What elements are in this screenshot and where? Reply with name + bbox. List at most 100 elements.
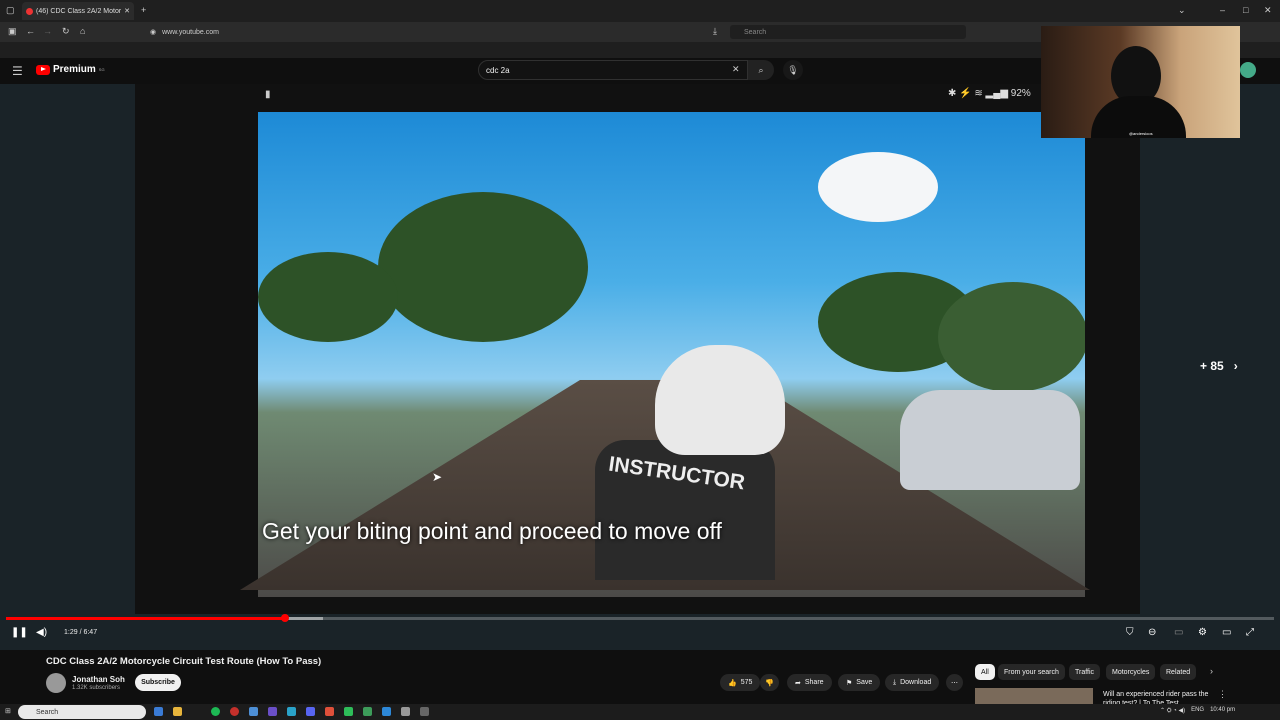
chip-related[interactable]: Related [1160, 664, 1197, 680]
more-horizontal-icon: ⋯ [951, 679, 958, 687]
taskbar-app-icon[interactable] [344, 707, 353, 716]
web-search-field[interactable]: Search [730, 25, 966, 39]
car-shape [900, 390, 1080, 490]
chip-from-search[interactable]: From your search [998, 664, 1065, 680]
tree-shape [258, 252, 398, 342]
panel-icon[interactable]: ▣ [8, 27, 17, 36]
pause-button[interactable]: ❚❚ [11, 627, 28, 638]
bookmark-icon: ⚑ [846, 679, 853, 687]
os-taskbar [0, 704, 1280, 720]
taskbar-search[interactable]: Search [18, 705, 146, 719]
address-bar[interactable]: ◉ www.youtube.com [150, 25, 710, 39]
phone-status-bar: ✱ ⚡ ≋ ▂▄▆ 92% [948, 88, 1031, 99]
chip-motorcycles[interactable]: Motorcycles [1106, 664, 1156, 680]
start-icon[interactable]: ⊞ [5, 708, 11, 715]
maximize-icon[interactable]: □ [1243, 6, 1248, 15]
system-tray: ⌃ ⛭ ◔ ◀) ENG 10:40 pm [1160, 707, 1235, 715]
download-icon[interactable]: ⤓ [713, 27, 717, 36]
search-icon: ⌕ [758, 64, 764, 75]
download-button[interactable]: ⤓ Download [885, 674, 940, 691]
menu-icon[interactable]: ☰ [12, 65, 23, 77]
recommended-menu-icon[interactable]: ⋮ [1218, 690, 1227, 699]
settings-icon[interactable]: ⚙ [1198, 627, 1207, 638]
forward-icon[interactable]: → [43, 27, 52, 36]
share-icon: ➦ [795, 679, 801, 687]
language-label: ENG [1191, 707, 1205, 713]
download-label: Download [900, 679, 932, 686]
more-actions-button[interactable]: ⋯ [946, 674, 963, 691]
save-label: Save [856, 679, 873, 686]
mic-icon: 🎙 [787, 64, 799, 75]
new-tab-button[interactable]: + [141, 6, 146, 15]
sidebar-toggle-icon[interactable]: ▢ [6, 6, 15, 15]
like-button[interactable]: 👍 575 [720, 674, 761, 691]
volume-icon[interactable]: ◀) [36, 627, 47, 638]
dislike-button[interactable]: 👎 [760, 674, 779, 691]
webcam-tag: @andersloos [1129, 131, 1153, 136]
taskbar-app-icon[interactable] [401, 707, 410, 716]
more-count-label: + 85 [1200, 359, 1224, 373]
battery-text: 92% [1010, 88, 1031, 99]
back-icon[interactable]: ← [26, 27, 35, 36]
browser-app-icon[interactable] [325, 707, 334, 716]
home-icon[interactable]: ⌂ [80, 27, 85, 36]
progress-buffer [284, 617, 323, 620]
account-avatar[interactable] [1240, 62, 1256, 78]
taskbar-app-icon[interactable] [268, 707, 277, 716]
tray-icons[interactable]: ⌃ ⛭ ◔ ◀) [1160, 707, 1185, 715]
subscribe-button[interactable]: Subscribe [135, 674, 181, 691]
save-button[interactable]: ⚑ Save [838, 674, 881, 691]
video-title: CDC Class 2A/2 Motorcycle Circuit Test R… [46, 656, 322, 667]
like-count: 575 [740, 679, 753, 686]
reload-icon[interactable]: ↻ [62, 27, 70, 36]
phone-status-icon: ▮ [265, 89, 271, 100]
search-button[interactable]: ⌕ [748, 60, 774, 80]
youtube-search-input[interactable]: cdc 2a [478, 60, 748, 80]
youtube-logo[interactable]: Premium SG [36, 64, 105, 75]
tab-list-icon[interactable]: ⌄ [1178, 6, 1186, 15]
site-info-icon[interactable]: ◉ [150, 28, 156, 36]
share-button[interactable]: ➦ Share [787, 674, 832, 691]
voice-search-button[interactable]: 🎙 [783, 60, 803, 80]
channel-name[interactable]: Jonathan Soh [72, 675, 125, 684]
taskbar-app-icon[interactable] [230, 707, 239, 716]
browser-tab-bar [0, 0, 1280, 22]
chip-traffic[interactable]: Traffic [1069, 664, 1101, 680]
theater-mode-icon[interactable]: ▭ [1222, 627, 1231, 638]
folder-icon[interactable] [173, 707, 182, 716]
browser-tab[interactable]: (46) CDC Class 2A/2 Motorcycle ✕ [22, 2, 134, 20]
progress-scrubber[interactable] [280, 614, 289, 622]
spotify-icon[interactable] [211, 707, 220, 716]
more-videos-button[interactable]: + 85 › [1200, 359, 1238, 373]
chips-next-icon[interactable]: › [1210, 667, 1213, 676]
subtitles-icon[interactable]: ▭ [1174, 627, 1183, 638]
youtube-play-logo-icon [36, 64, 50, 75]
video-caption: Get your biting point and proceed to mov… [262, 518, 722, 544]
tab-close-icon[interactable]: ✕ [124, 7, 130, 15]
channel-avatar[interactable] [46, 673, 66, 693]
taskbar-app-icon[interactable] [249, 707, 258, 716]
signal-icon: ✱ ⚡ ≋ ▂▄▆ [948, 88, 1011, 99]
autoplay-toggle[interactable]: ⊖ [1148, 627, 1156, 638]
download-arrow-icon: ⤓ [893, 678, 897, 686]
discord-icon[interactable] [306, 707, 315, 716]
taskbar-app-icon[interactable] [420, 707, 429, 716]
taskbar-app-icon[interactable] [363, 707, 372, 716]
clear-search-icon[interactable]: ✕ [732, 65, 740, 74]
share-label: Share [804, 679, 824, 686]
taskbar-app-icon[interactable] [154, 707, 163, 716]
window-close-icon[interactable]: ✕ [1264, 6, 1272, 15]
tree-shape [378, 192, 588, 342]
progress-played [6, 617, 285, 620]
shield-icon[interactable]: ⛉ [1126, 627, 1134, 638]
brand-label: Premium [53, 64, 96, 75]
taskbar-app-icon[interactable] [287, 707, 296, 716]
chip-all[interactable]: All [975, 664, 995, 680]
tree-shape [938, 282, 1085, 392]
minimize-icon[interactable]: – [1220, 6, 1225, 15]
fullscreen-icon[interactable]: ⤢ [1246, 627, 1254, 638]
cloud-shape [818, 152, 938, 222]
mouse-cursor-icon: ➤ [432, 470, 443, 484]
tab-title: (46) CDC Class 2A/2 Motorcycle [36, 7, 122, 15]
taskbar-app-icon[interactable] [382, 707, 391, 716]
